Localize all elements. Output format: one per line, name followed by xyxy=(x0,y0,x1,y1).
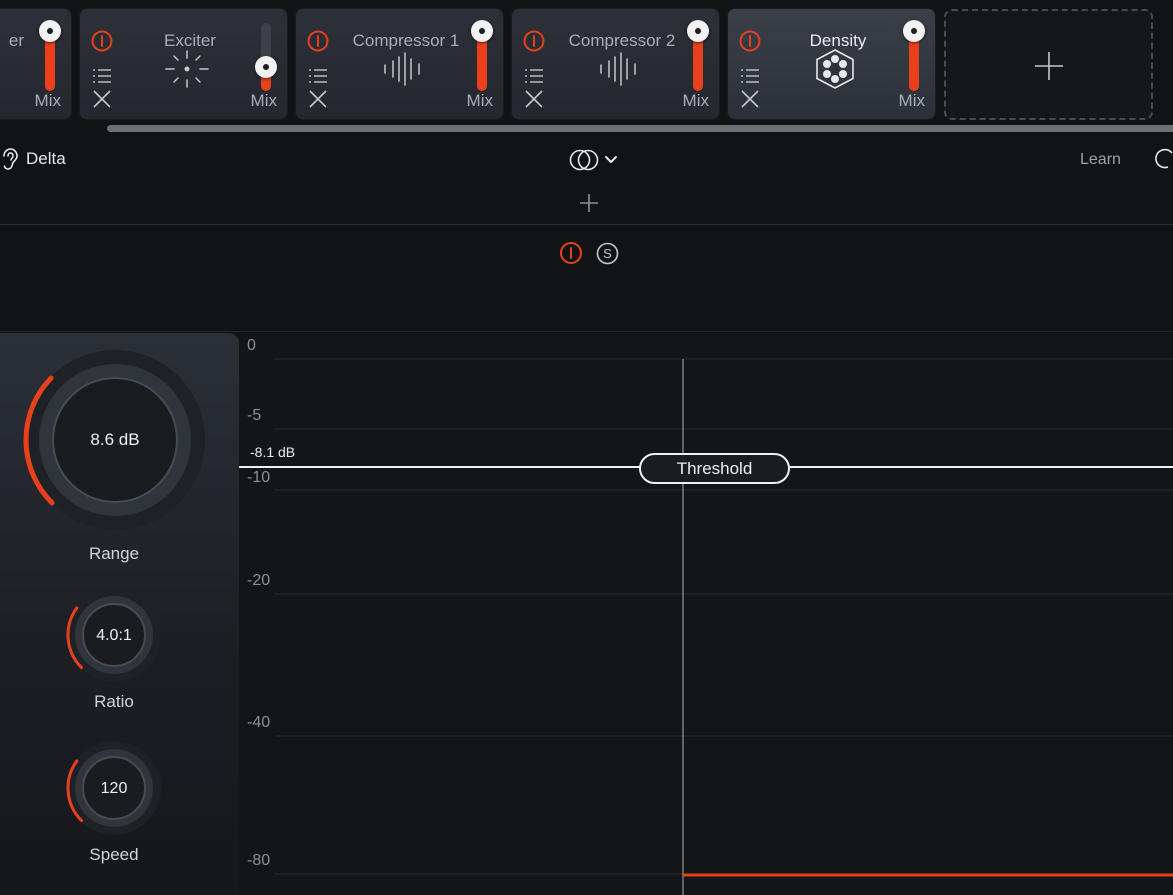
mix-label: Mix xyxy=(34,91,61,110)
speed-knob[interactable]: 120 xyxy=(65,739,163,837)
mix-slider-handle[interactable] xyxy=(255,56,277,78)
module-slot-compressor-2[interactable]: Compressor 2 Mix xyxy=(511,8,720,120)
module-title: Compressor 1 xyxy=(352,31,460,50)
module-slot-partial[interactable]: er Mix xyxy=(0,8,72,120)
mix-label: Mix xyxy=(682,91,709,110)
power-icon[interactable] xyxy=(91,30,113,52)
mix-label: Mix xyxy=(898,91,925,110)
mix-label: Mix xyxy=(466,91,493,110)
list-icon[interactable] xyxy=(308,67,328,85)
close-icon[interactable] xyxy=(524,89,544,109)
list-icon[interactable] xyxy=(92,67,112,85)
delta-label: Delta xyxy=(26,149,66,168)
list-icon[interactable] xyxy=(740,67,760,85)
ear-icon xyxy=(3,148,18,170)
module-slot-exciter[interactable]: Exciter Mix xyxy=(79,8,288,120)
waveform-icon xyxy=(600,52,636,86)
module-slot-compressor-1[interactable]: Compressor 1 Mix xyxy=(295,8,504,120)
range-label: Range xyxy=(88,544,140,563)
mix-slider-handle[interactable] xyxy=(471,20,493,42)
dynamics-graph[interactable]: 0 -5 -10 -20 -40 -80 -8.1 dB Threshold xyxy=(239,333,1173,895)
module-slot-density[interactable]: Density Mix xyxy=(727,8,936,120)
graph-canvas xyxy=(239,358,1173,895)
waveform-icon xyxy=(384,52,420,86)
module-title: Exciter xyxy=(164,31,216,50)
ratio-label: Ratio xyxy=(94,692,134,711)
add-module-button[interactable] xyxy=(944,9,1153,120)
module-chain: er Mix Exciter Mix Compressor 1 Mix Comp… xyxy=(0,0,1173,135)
range-knob[interactable]: 8.6 dB xyxy=(21,346,209,534)
stereo-link-icon[interactable] xyxy=(568,148,620,172)
delta-button[interactable]: Delta xyxy=(0,148,66,170)
refresh-icon[interactable] xyxy=(1154,148,1173,170)
ratio-value: 4.0:1 xyxy=(96,627,132,644)
module-title: Density xyxy=(809,31,867,50)
module-title: er xyxy=(8,31,24,50)
plus-icon xyxy=(1035,52,1063,80)
module-title: Compressor 2 xyxy=(568,31,676,50)
close-icon[interactable] xyxy=(308,89,328,109)
power-icon[interactable] xyxy=(739,30,761,52)
ratio-knob[interactable]: 4.0:1 xyxy=(65,586,163,684)
list-icon[interactable] xyxy=(524,67,544,85)
toolbar: Delta Learn xyxy=(0,135,1173,225)
threshold-handle[interactable]: Threshold xyxy=(639,453,790,484)
density-icon xyxy=(816,49,854,89)
speed-label: Speed xyxy=(89,845,139,864)
power-icon[interactable] xyxy=(523,30,545,52)
mix-slider[interactable] xyxy=(687,20,709,91)
close-icon[interactable] xyxy=(92,89,112,109)
add-band-button[interactable] xyxy=(579,193,599,213)
mix-slider[interactable] xyxy=(39,20,61,91)
mix-slider[interactable] xyxy=(903,20,925,91)
band-solo-label: S xyxy=(603,246,612,261)
exciter-icon xyxy=(165,50,209,88)
band-solo-button[interactable]: S xyxy=(596,242,619,265)
y-tick-label: -40 xyxy=(247,714,271,731)
threshold-value: -8.1 dB xyxy=(250,444,296,460)
band-power-icon[interactable] xyxy=(560,242,582,264)
control-panel: 8.6 dB Range 4.0:1 Ratio 120 Speed xyxy=(0,333,239,895)
y-tick-label: -5 xyxy=(247,407,262,424)
range-value: 8.6 dB xyxy=(90,430,140,449)
mix-label: Mix xyxy=(250,91,277,110)
mix-slider-handle[interactable] xyxy=(39,20,61,42)
mix-slider[interactable] xyxy=(255,23,277,91)
y-tick-label: -10 xyxy=(247,469,271,486)
close-icon[interactable] xyxy=(740,89,760,109)
mix-slider-handle[interactable] xyxy=(687,20,709,42)
mix-slider[interactable] xyxy=(471,20,493,91)
y-tick-label: -20 xyxy=(247,572,271,589)
band-controls: S xyxy=(0,226,1173,332)
y-tick-label: -80 xyxy=(247,852,271,869)
mix-slider-handle[interactable] xyxy=(903,20,925,42)
module-chain-scrollbar[interactable] xyxy=(107,125,1173,132)
speed-value: 120 xyxy=(100,780,128,797)
learn-button[interactable]: Learn xyxy=(1080,151,1121,169)
power-icon[interactable] xyxy=(307,30,329,52)
y-tick-label: 0 xyxy=(247,337,256,354)
